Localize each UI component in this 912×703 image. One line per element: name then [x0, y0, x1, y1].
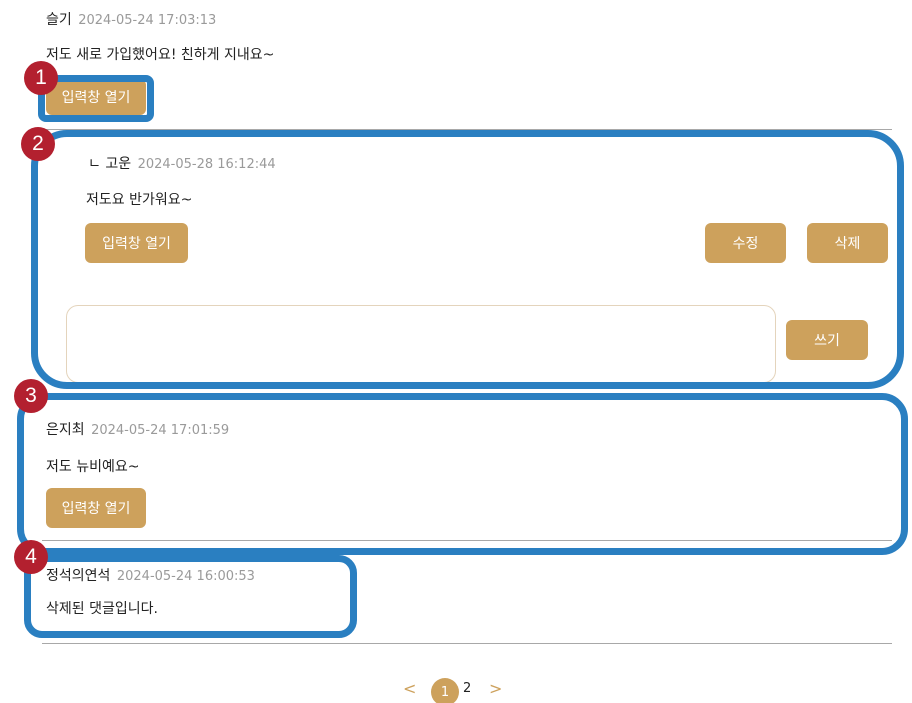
delete-button[interactable]: 삭제: [807, 223, 888, 263]
comment-author: ㄴ 고운 2024-05-28 16:12:44: [88, 153, 276, 173]
marker-4: 4: [14, 540, 48, 574]
marker-1: 1: [24, 61, 58, 95]
comment-text: 저도요 반가워요~: [86, 192, 193, 208]
reply-input[interactable]: [66, 305, 776, 383]
next-page-button[interactable]: >: [489, 679, 502, 698]
edit-button[interactable]: 수정: [705, 223, 786, 263]
highlight-box-3: [17, 393, 908, 555]
page-2-button[interactable]: 2: [463, 681, 471, 696]
comment-author: 정석의연석 2024-05-24 16:00:53: [46, 565, 255, 585]
open-input-button[interactable]: 입력창 열기: [46, 79, 146, 115]
comment-author: 슬기 2024-05-24 17:03:13: [46, 9, 216, 29]
comment-text: 삭제된 댓글입니다.: [46, 601, 158, 617]
comment-section: 슬기 2024-05-24 17:03:13 저도 새로 가입했어요! 친하게 …: [0, 0, 912, 703]
author-name: 은지최: [46, 422, 85, 438]
divider: [42, 643, 892, 644]
comment-timestamp: 2024-05-24 16:00:53: [116, 569, 255, 584]
author-name: 슬기: [46, 12, 72, 28]
divider: [42, 129, 892, 130]
write-button[interactable]: 쓰기: [786, 320, 868, 360]
comment-author: 은지최 2024-05-24 17:01:59: [46, 419, 229, 439]
comment-timestamp: 2024-05-24 17:03:13: [78, 13, 217, 28]
open-input-button[interactable]: 입력창 열기: [85, 223, 188, 263]
open-input-button[interactable]: 입력창 열기: [46, 488, 146, 528]
reply-prefix: ㄴ: [88, 156, 101, 172]
author-name: 정석의연석: [46, 568, 111, 584]
comment-text: 저도 뉴비예요~: [46, 459, 140, 475]
marker-2: 2: [21, 127, 55, 161]
comment-timestamp: 2024-05-24 17:01:59: [91, 423, 230, 438]
comment-text: 저도 새로 가입했어요! 친하게 지내요~: [46, 47, 275, 63]
divider: [42, 540, 892, 541]
pagination: < 1 2 >: [0, 675, 912, 703]
page-1-button[interactable]: 1: [431, 678, 459, 703]
prev-page-button[interactable]: <: [403, 679, 416, 698]
author-name: 고운: [105, 156, 132, 172]
marker-3: 3: [14, 379, 48, 413]
comment-timestamp: 2024-05-28 16:12:44: [137, 157, 276, 172]
